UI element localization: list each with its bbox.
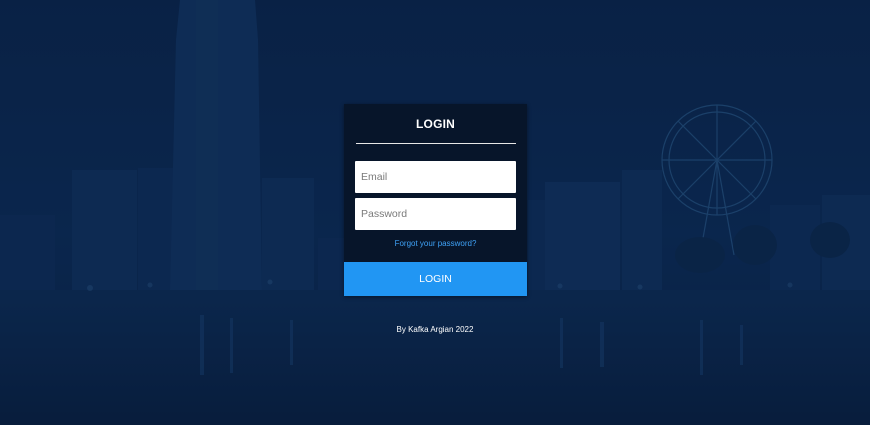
footer-credit: By Kafka Argian 2022 bbox=[396, 325, 474, 334]
login-card: LOGIN Forgot your password? LOGIN bbox=[344, 104, 527, 296]
email-input[interactable] bbox=[355, 161, 516, 193]
title-divider bbox=[356, 143, 516, 144]
login-page: LOGIN Forgot your password? LOGIN By Kaf… bbox=[0, 0, 870, 425]
password-input[interactable] bbox=[355, 198, 516, 230]
login-button[interactable]: LOGIN bbox=[344, 262, 527, 296]
forgot-password-link[interactable]: Forgot your password? bbox=[344, 239, 527, 248]
login-title: LOGIN bbox=[416, 117, 455, 131]
